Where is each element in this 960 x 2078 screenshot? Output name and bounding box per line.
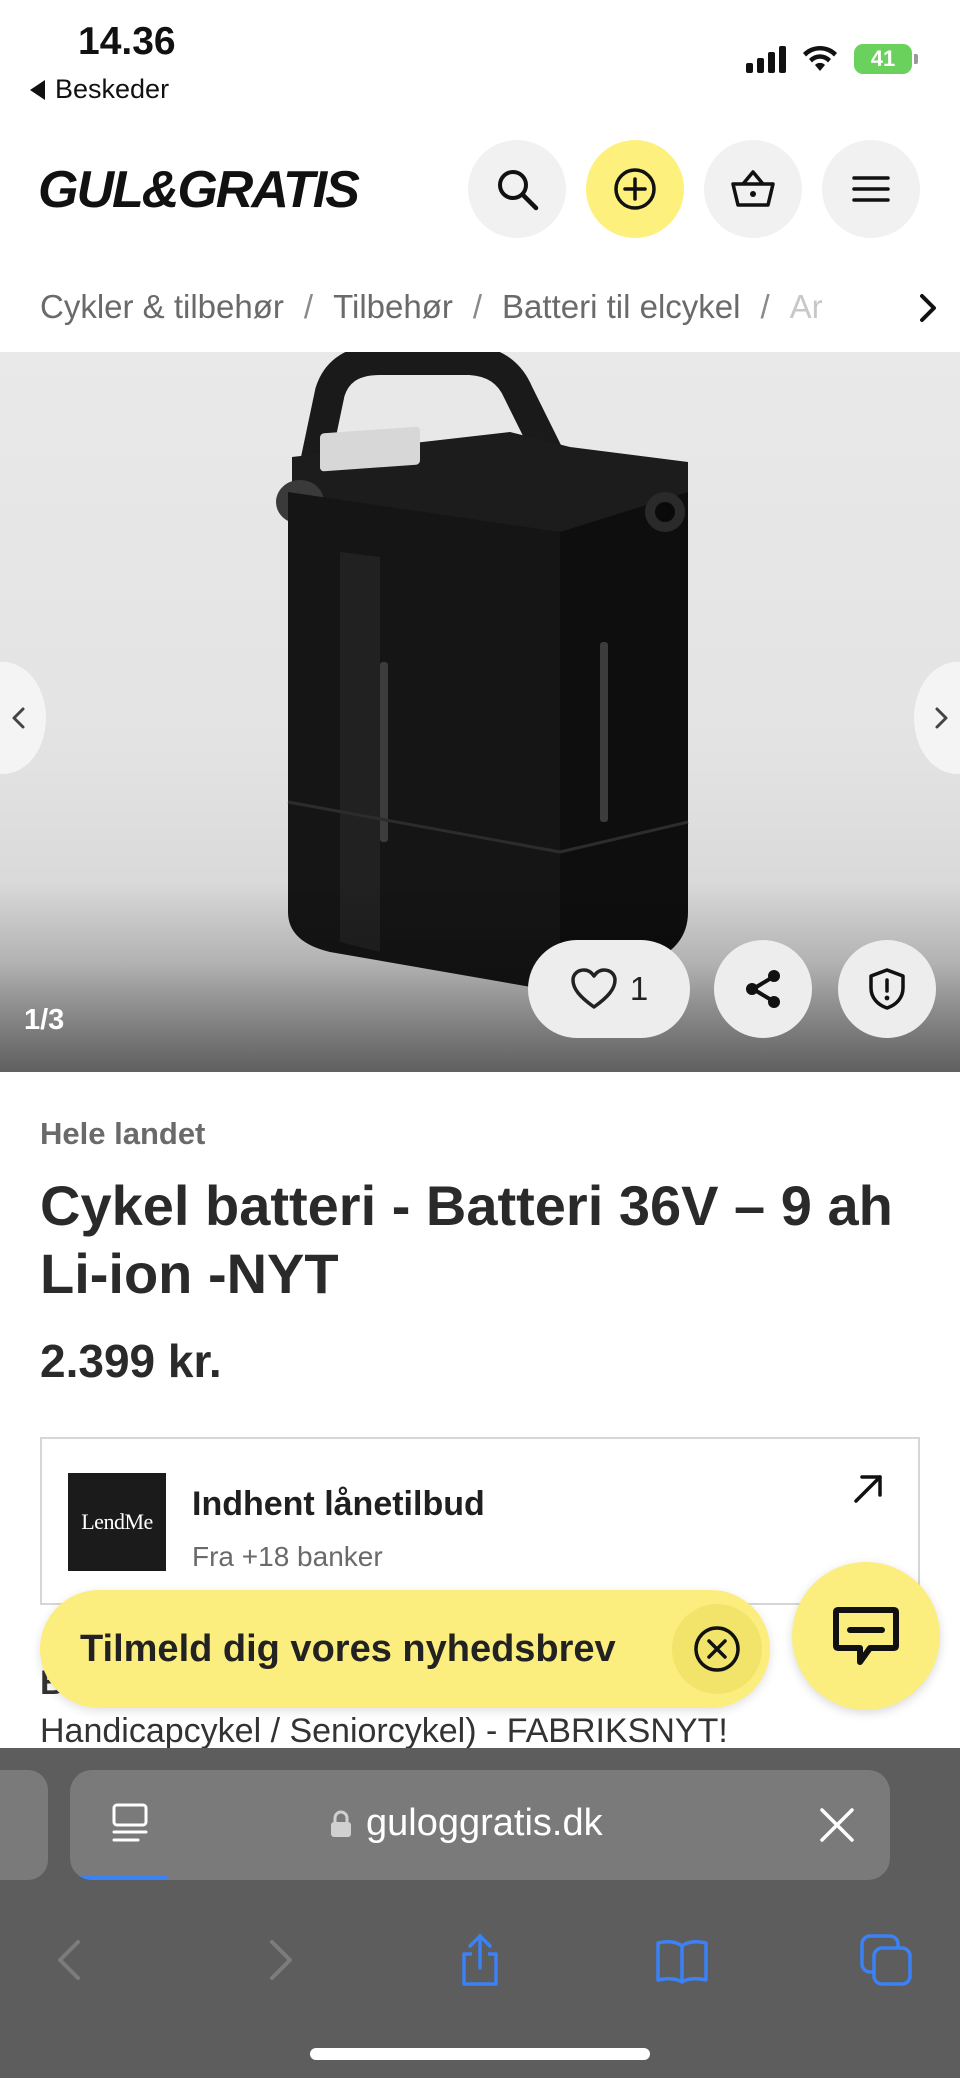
back-label: Beskeder bbox=[55, 74, 170, 104]
stop-loading-icon[interactable] bbox=[818, 1806, 856, 1844]
product-title: Cykel batteri - Batteri 36V – 9 ah Li-io… bbox=[40, 1174, 893, 1305]
gallery-prev-button[interactable] bbox=[0, 662, 46, 774]
close-circle-icon bbox=[694, 1626, 740, 1672]
book-icon bbox=[656, 1940, 708, 1984]
search-button[interactable] bbox=[468, 140, 566, 238]
chevron-right-icon bbox=[270, 1940, 292, 1980]
share-button[interactable] bbox=[714, 940, 812, 1038]
gallery-next-button[interactable] bbox=[914, 662, 960, 774]
product-price: 2.399 kr. bbox=[40, 1335, 222, 1387]
report-button[interactable] bbox=[838, 940, 936, 1038]
share-upload-icon bbox=[462, 1934, 498, 1986]
breadcrumb-scroll-button[interactable] bbox=[910, 288, 946, 328]
status-bar: 14.36 Beskeder 41 bbox=[0, 0, 960, 118]
battery-icon: 41 bbox=[854, 44, 918, 74]
newsletter-close-button[interactable] bbox=[672, 1604, 762, 1694]
back-to-app-link[interactable]: Beskeder bbox=[30, 74, 169, 105]
favorite-button[interactable]: 1 bbox=[528, 940, 690, 1038]
chevron-left-icon bbox=[58, 1940, 80, 1980]
add-icon bbox=[614, 168, 656, 210]
breadcrumb-item-batteri[interactable]: Batteri til elcykel bbox=[502, 288, 740, 326]
browser-back-button[interactable] bbox=[42, 1930, 102, 1990]
browser-forward-button[interactable] bbox=[248, 1930, 308, 1990]
newsletter-label: Tilmeld dig vores nyhedsbrev bbox=[80, 1628, 616, 1670]
browser-share-button[interactable] bbox=[450, 1930, 510, 1990]
site-logo[interactable]: GUL&GRATIS bbox=[38, 160, 360, 220]
create-listing-button[interactable] bbox=[586, 140, 684, 238]
basket-button[interactable] bbox=[704, 140, 802, 238]
external-link-icon bbox=[854, 1475, 882, 1503]
chevron-right-icon bbox=[935, 707, 948, 729]
back-triangle-icon bbox=[30, 79, 45, 100]
breadcrumb-item-cykler[interactable]: Cykler & tilbehør bbox=[40, 288, 284, 326]
loan-subtitle: Fra +18 banker bbox=[192, 1541, 383, 1572]
breadcrumb-separator: / bbox=[760, 288, 770, 325]
heart-icon bbox=[571, 968, 617, 1009]
breadcrumb: Cykler & tilbehør / Tilbehør / Batteri t… bbox=[40, 282, 920, 332]
wifi-icon bbox=[803, 45, 837, 71]
status-icons: 41 bbox=[746, 44, 918, 74]
loading-progress bbox=[70, 1875, 168, 1880]
home-indicator bbox=[310, 2048, 650, 2060]
search-icon bbox=[498, 170, 539, 211]
page: 14.36 Beskeder 41 GUL&GRATIS Cykler & ti… bbox=[0, 0, 960, 2078]
basket-icon bbox=[731, 170, 775, 207]
chevron-left-icon bbox=[12, 707, 25, 729]
breadcrumb-separator: / bbox=[303, 288, 314, 325]
chevron-right-icon bbox=[920, 294, 936, 322]
chat-icon bbox=[833, 1607, 899, 1665]
status-time: 14.36 bbox=[78, 20, 176, 63]
gallery-shade bbox=[0, 882, 960, 1072]
share-icon bbox=[746, 970, 780, 1008]
newsletter-banner[interactable]: Tilmeld dig vores nyhedsbrev bbox=[40, 1590, 770, 1708]
listing-location: Hele landet bbox=[40, 1116, 206, 1151]
menu-button[interactable] bbox=[822, 140, 920, 238]
chat-button[interactable] bbox=[792, 1562, 940, 1710]
gallery-counter: 1/3 bbox=[24, 1004, 65, 1036]
breadcrumb-item-truncated[interactable]: Ar bbox=[790, 288, 823, 326]
breadcrumb-separator: / bbox=[472, 288, 483, 325]
address-bar[interactable]: guloggratis.dk bbox=[70, 1770, 890, 1880]
breadcrumb-item-tilbehor[interactable]: Tilbehør bbox=[333, 288, 453, 326]
url-text: guloggratis.dk bbox=[366, 1802, 603, 1844]
description-line: Handicapcykel / Seniorcykel) - FABRIKSNY… bbox=[40, 1712, 728, 1750]
lendme-logo: LendMe bbox=[68, 1473, 166, 1571]
bookmarks-button[interactable] bbox=[652, 1930, 712, 1990]
menu-icon bbox=[852, 176, 890, 202]
browser-bottom-bar: guloggratis.dk bbox=[0, 1748, 960, 2078]
favorite-count: 1 bbox=[629, 970, 649, 1007]
loan-offer-card[interactable]: LendMe Indhent lånetilbud Fra +18 banker bbox=[40, 1437, 920, 1605]
url-display[interactable]: guloggratis.dk bbox=[330, 1802, 603, 1845]
tabs-icon bbox=[860, 1934, 912, 1986]
tabs-button[interactable] bbox=[856, 1930, 916, 1990]
loan-title: Indhent lånetilbud bbox=[192, 1485, 485, 1523]
shield-alert-icon bbox=[869, 968, 905, 1010]
product-gallery[interactable]: 1/3 1 bbox=[0, 352, 960, 1072]
browser-toolbar bbox=[0, 1910, 960, 2010]
cellular-signal-icon bbox=[746, 45, 786, 73]
site-header: GUL&GRATIS bbox=[0, 118, 960, 266]
page-menu-icon[interactable] bbox=[108, 1802, 152, 1848]
lock-icon bbox=[331, 1810, 351, 1837]
previous-tab-peek[interactable] bbox=[0, 1770, 48, 1880]
battery-level: 41 bbox=[870, 46, 896, 71]
